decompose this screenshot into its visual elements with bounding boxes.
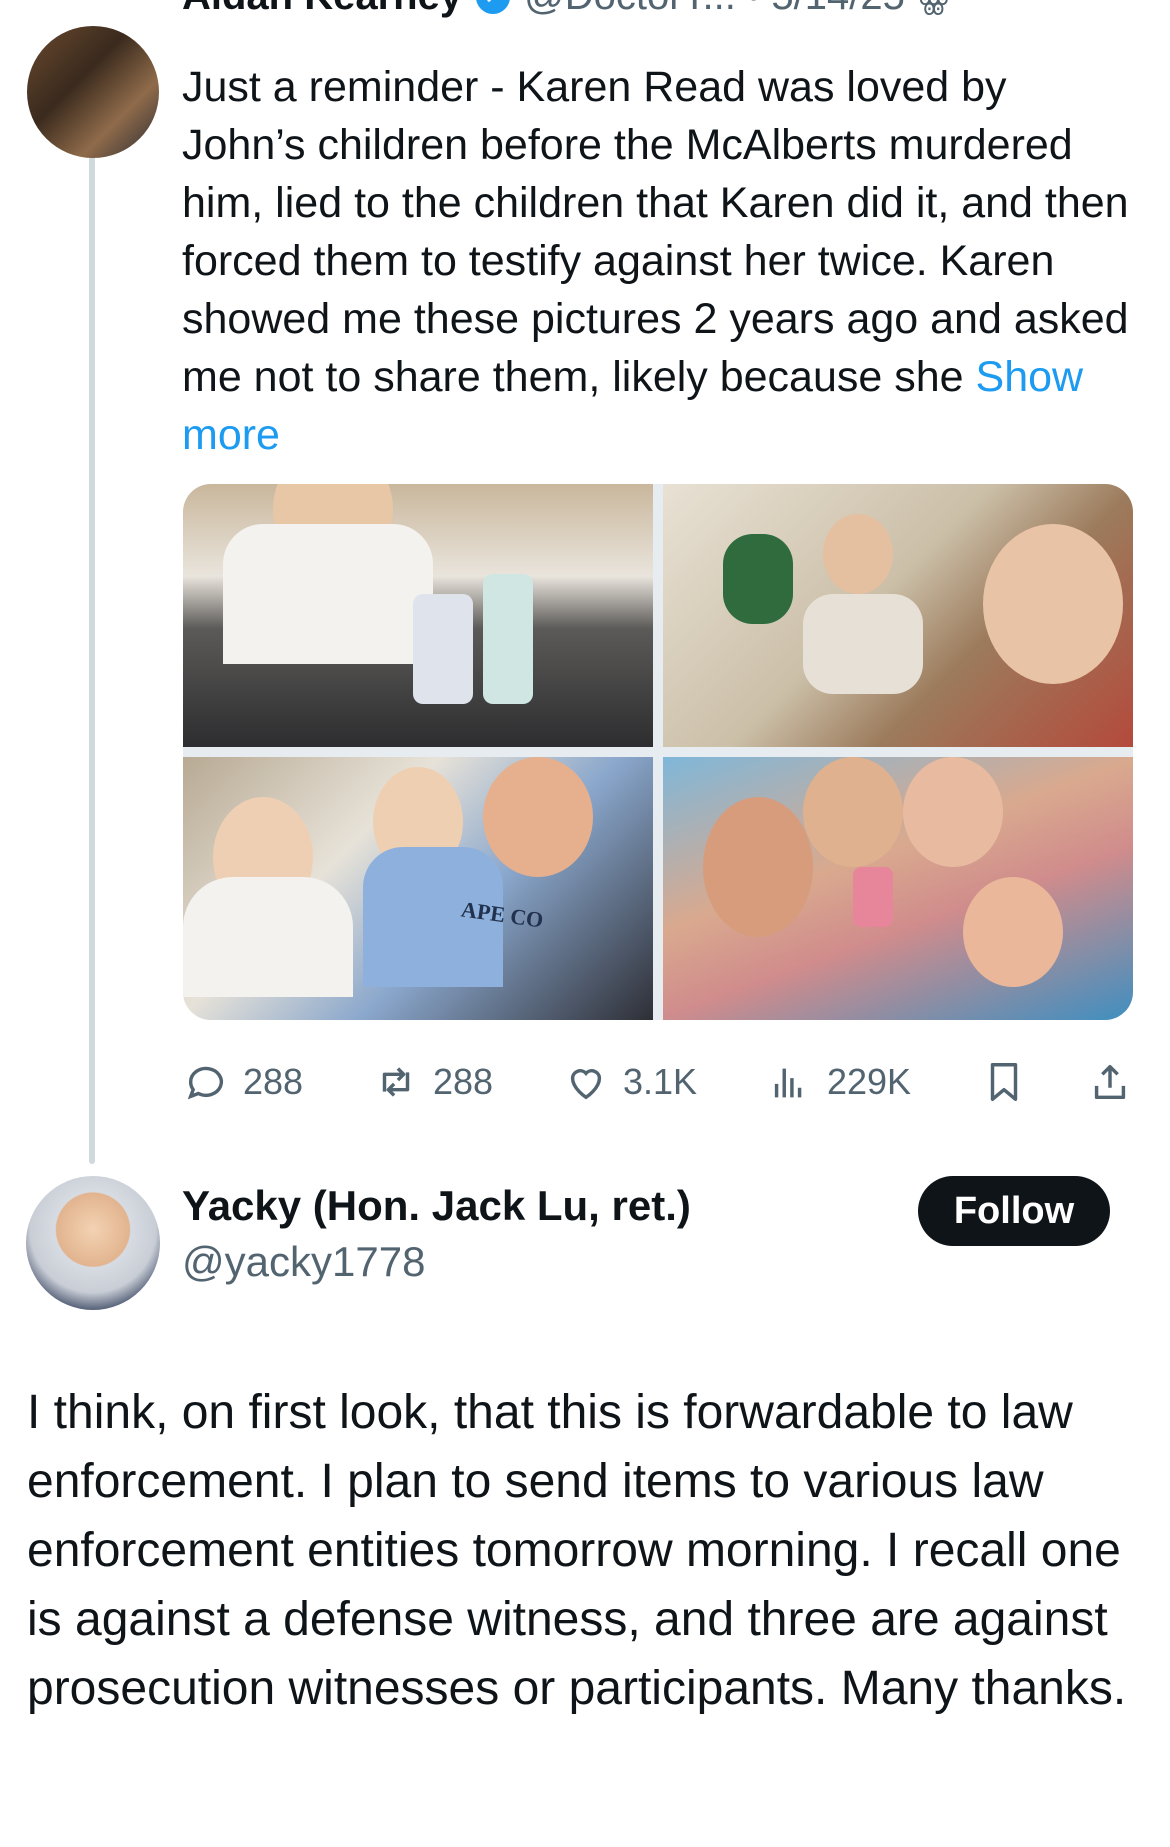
tweet-header: Aidan Kearney ✓ @DoctorT... · 5/14/25 ꙮ … [182,0,1162,48]
photo-couch-selfie[interactable] [663,484,1133,747]
tweet-actions: 288 288 3.1K 229K [183,1052,1133,1112]
thread-line [89,152,95,1164]
reply-count: 288 [243,1061,304,1102]
like-icon [570,1069,602,1100]
like-count: 3.1K [623,1061,698,1102]
follow-button[interactable]: Follow [918,1176,1110,1246]
reply-button[interactable]: 288 [183,1059,303,1105]
avatar-aidan[interactable] [27,26,159,158]
photo-bathroom-selfie[interactable] [183,484,653,747]
verified-icon: ✓ [476,0,511,14]
photo-car-selfie[interactable]: APE CO [183,757,653,1020]
reply-text: I think, on first look, that this is for… [27,1386,1127,1715]
like-button[interactable]: 3.1K [563,1059,697,1105]
repost-icon [382,1067,410,1097]
grok-icon[interactable]: ꙮ [919,0,949,17]
tweet-body: Just a reminder - Karen Read was loved b… [182,63,1129,401]
author-name[interactable]: Aidan Kearney [182,0,462,19]
view-count: 229K [826,1061,912,1102]
repost-button[interactable]: 288 [373,1059,493,1105]
reply-icon [187,1066,224,1100]
tweet-text: Just a reminder - Karen Read was loved b… [182,58,1142,464]
views-button[interactable]: 229K [767,1059,911,1105]
photo-pool-selfie[interactable] [663,757,1133,1020]
media-grid: APE CO [183,484,1133,1020]
bookmark-icon[interactable] [981,1059,1027,1105]
share-icon[interactable] [1087,1059,1133,1105]
reply-author-name[interactable]: Yacky (Hon. Jack Lu, ret.) [182,1182,691,1230]
views-icon [774,1068,802,1098]
avatar-yacky[interactable] [26,1176,160,1310]
reply-author-handle[interactable]: @yacky1778 [182,1238,425,1286]
repost-count: 288 [433,1061,494,1102]
more-icon[interactable]: ··· [963,0,1003,16]
handle-and-date[interactable]: @DoctorT... · 5/14/25 [524,0,905,19]
